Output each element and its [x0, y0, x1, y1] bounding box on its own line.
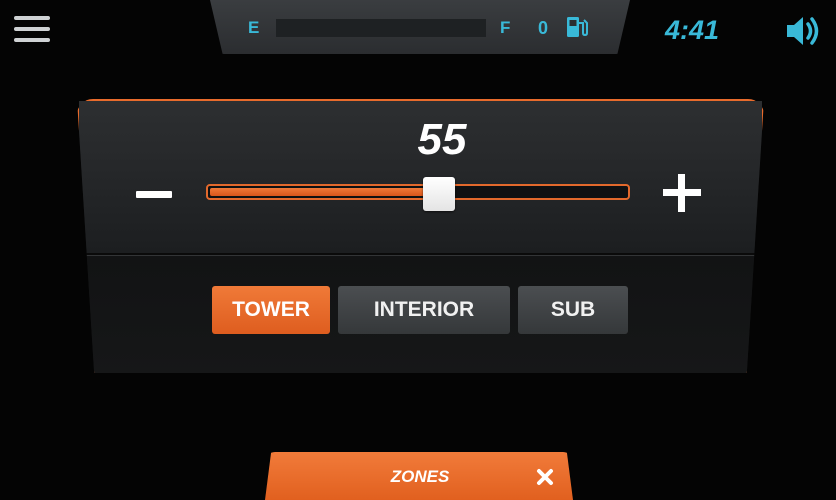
speaker-volume-icon[interactable] — [784, 12, 824, 50]
volume-slider-thumb[interactable] — [423, 177, 455, 211]
fuel-level-value: 0 — [538, 18, 549, 38]
fuel-gauge: E F 0 — [210, 0, 630, 54]
clock: 4:41 — [665, 15, 720, 45]
zones-tab-label: ZONES — [390, 467, 450, 486]
audio-zone-screen: E F 0 4:41 55 TOWER INTERIOR SUB ZONES — [0, 0, 836, 500]
decrease-volume-button[interactable] — [130, 170, 178, 218]
volume-level-value: 55 — [417, 115, 467, 164]
hamburger-menu-icon[interactable] — [14, 14, 54, 44]
volume-slider[interactable] — [206, 184, 630, 200]
fuel-pump-icon — [567, 17, 588, 37]
close-x-icon[interactable] — [531, 463, 559, 491]
fuel-level-bar — [276, 19, 486, 37]
minus-icon — [136, 191, 172, 198]
plus-icon-vertical — [678, 174, 685, 212]
zone-button-interior[interactable]: INTERIOR — [338, 286, 510, 334]
increase-volume-button[interactable] — [658, 168, 708, 218]
zone-button-tower[interactable]: TOWER — [212, 286, 330, 334]
fuel-full-label: F — [500, 18, 511, 37]
volume-slider-fill — [210, 188, 441, 196]
zone-button-sub[interactable]: SUB — [518, 286, 628, 334]
fuel-empty-label: E — [248, 18, 260, 37]
